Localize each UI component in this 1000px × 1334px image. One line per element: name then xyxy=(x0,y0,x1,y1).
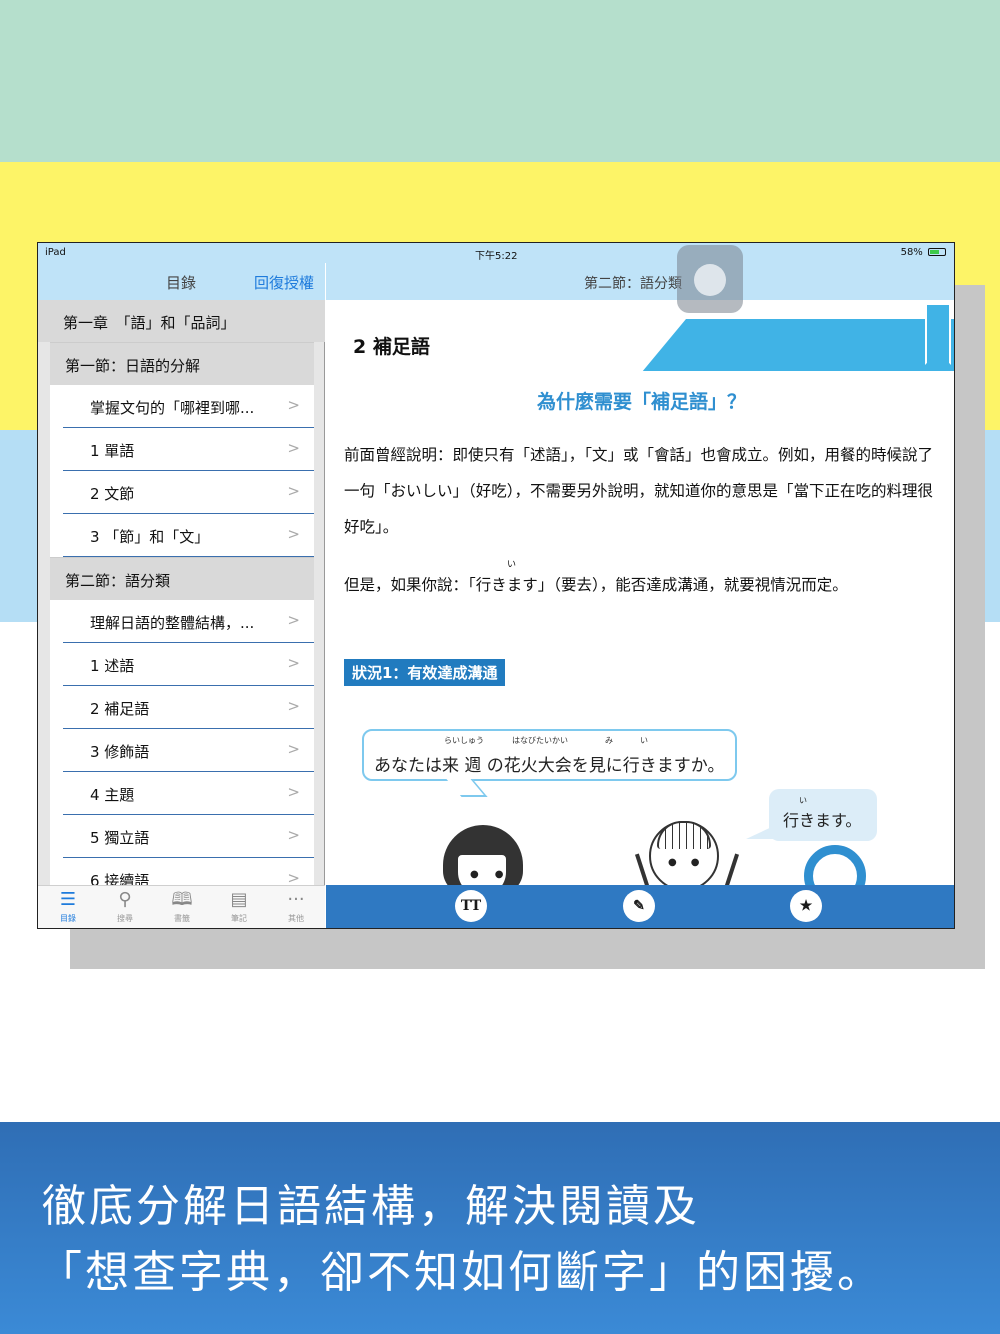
toc-nav-bar: 目錄 回復授權 xyxy=(38,263,325,300)
bubble-answer-text: 行きます。 xyxy=(783,811,862,830)
background-band-green xyxy=(0,0,1000,162)
toc-item-label: 1 述語 xyxy=(90,657,135,675)
toc-item[interactable]: 2 文節 > xyxy=(50,471,314,514)
toc-item[interactable]: 3 「節」和「文」 > xyxy=(50,514,314,557)
toc-item-label: 2 補足語 xyxy=(90,700,150,718)
toc-item[interactable]: 1 單語 > xyxy=(50,428,314,471)
tab-more[interactable]: ··· 其他 xyxy=(276,889,316,924)
reader-title: 第二節：語分類 xyxy=(584,276,682,292)
toc-list: 第一章 「語」和「品詞」 第一節：日語的分解 掌握文句的「哪裡到哪... > 1 … xyxy=(38,300,325,885)
section-title: 2 補足語 xyxy=(353,336,430,358)
toc-item-label: 6 接續語 xyxy=(90,872,150,885)
toc-item-label: 2 文節 xyxy=(90,485,135,503)
toc-item-label: 4 主題 xyxy=(90,786,135,804)
list-icon: ☰ xyxy=(59,889,77,910)
tab-bookmarks[interactable]: 🕮 書籤 xyxy=(162,889,202,924)
caption-line-1: 徹底分解日語結構，解決閱讀及 xyxy=(42,1181,700,1232)
toc-item[interactable]: 4 主題 > xyxy=(50,772,314,815)
tab-label: 書籤 xyxy=(174,914,190,923)
girl-eyes: ●● xyxy=(470,869,520,880)
chevron-right-icon: > xyxy=(287,482,300,500)
toc-pane: 目錄 回復授權 第一章 「語」和「品詞」 第一節：日語的分解 掌握文句的「哪裡到… xyxy=(38,263,325,928)
toc-item[interactable]: 2 補足語 > xyxy=(50,686,314,729)
furigana-i: い xyxy=(640,736,648,745)
toc-item-label: 掌握文句的「哪裡到哪... xyxy=(90,399,255,417)
chevron-right-icon: > xyxy=(287,611,300,629)
reader-nav-bar: 第二節：語分類 xyxy=(326,263,954,300)
search-icon: ⚲ xyxy=(118,889,132,910)
toc-item-label: 1 單語 xyxy=(90,442,135,460)
restore-license-button[interactable]: 回復授權 xyxy=(254,272,314,293)
font-size-button[interactable]: TT xyxy=(455,890,487,922)
speech-bubble-answer: い 行きます。 xyxy=(769,789,877,841)
chevron-right-icon: > xyxy=(287,697,300,715)
battery-percent: 58% xyxy=(900,247,923,258)
speech-bubble-tail xyxy=(446,779,488,797)
furigana-raishuu: らいしゅう xyxy=(444,736,484,745)
book-icon: 🕮 xyxy=(171,889,193,910)
tab-label: 目錄 xyxy=(60,914,76,923)
chevron-right-icon: > xyxy=(287,396,300,414)
chevron-right-icon: > xyxy=(287,439,300,457)
speech-bubble-question: らいしゅう はなびたいかい み い あなたは来 週 の花火大会を見に行きますか。 xyxy=(362,729,737,781)
furigana-mi: み xyxy=(605,736,613,745)
chevron-right-icon: > xyxy=(287,826,300,844)
toc-item[interactable]: 3 修飾語 > xyxy=(50,729,314,772)
chevron-right-icon: > xyxy=(287,869,300,885)
tab-bar: ☰ 目錄 ⚲ 搜尋 🕮 書籤 ▤ 筆記 ··· 其他 xyxy=(38,885,325,928)
toc-chapter-header[interactable]: 第一章 「語」和「品詞」 xyxy=(38,300,325,342)
toc-section-2[interactable]: 第二節：語分類 xyxy=(50,557,314,600)
more-icon: ··· xyxy=(287,889,305,910)
lesson-heading: 為什麼需要「補足語」？ xyxy=(536,391,746,413)
toc-item-label: 5 獨立語 xyxy=(90,829,150,847)
boy-eyes: ●● xyxy=(668,857,714,868)
reader-pane: 第二節：語分類 2 補足語 為什麼需要「補足語」？ 前面曾經說明：即使只有「述語… xyxy=(326,245,954,928)
tab-search[interactable]: ⚲ 搜尋 xyxy=(105,889,145,924)
reader-toolbar: TT ✎ ★ xyxy=(326,885,954,928)
toc-item-label: 3 修飾語 xyxy=(90,743,150,761)
chevron-right-icon: > xyxy=(287,525,300,543)
toc-item[interactable]: 5 獨立語 > xyxy=(50,815,314,858)
toc-item[interactable]: 1 述語 > xyxy=(50,643,314,686)
chevron-right-icon: > xyxy=(287,740,300,758)
case-label: 狀況1：有效達成溝通 xyxy=(344,659,506,686)
toc-item-label: 理解日語的整體結構，... xyxy=(90,614,255,632)
furigana-i: い xyxy=(799,796,807,805)
notes-icon: ▤ xyxy=(230,889,248,910)
toc-entries: 第一節：日語的分解 掌握文句的「哪裡到哪... > 1 單語 > 2 文節 > 3 「… xyxy=(50,342,314,885)
chevron-right-icon: > xyxy=(287,783,300,801)
furigana-hanabitaikai: はなびたいかい xyxy=(512,736,568,745)
tab-toc[interactable]: ☰ 目錄 xyxy=(48,889,88,924)
tab-label: 其他 xyxy=(288,914,304,923)
toc-item-label: 3 「節」和「文」 xyxy=(90,528,210,546)
lesson-paragraph-1: 前面曾經說明：即使只有「述語」，「文」或「會話」也會成立。例如，用餐的時候說了一… xyxy=(344,446,934,536)
pen-button[interactable]: ✎ xyxy=(623,890,655,922)
lesson-paragraph-2: 但是，如果你說：「行きます」（要去），能否達成溝通，就要視情況而定。 xyxy=(344,576,848,594)
assistive-touch-button[interactable] xyxy=(677,245,743,313)
bookmark-add-button[interactable]: ★ xyxy=(790,890,822,922)
toc-item[interactable]: 6 接續語 > xyxy=(50,858,314,885)
tab-notes[interactable]: ▤ 筆記 xyxy=(219,889,259,924)
toc-item[interactable]: 掌握文句的「哪裡到哪... > xyxy=(50,385,314,428)
caption-band: 徹底分解日語結構，解決閱讀及 「想查字典，卻不知如何斷字」的困擾。 xyxy=(0,1122,1000,1334)
tab-label: 搜尋 xyxy=(117,914,133,923)
toc-title: 目錄 xyxy=(166,274,197,292)
battery-status: 58% xyxy=(901,247,946,258)
battery-icon xyxy=(928,248,946,256)
device-label: iPad xyxy=(45,247,66,258)
ipad-screen: iPad 下午5:22 58% 目錄 回復授權 第一章 「語」和「品詞」 第一節… xyxy=(37,242,955,929)
tab-label: 筆記 xyxy=(231,914,247,923)
section-banner: 2 補足語 xyxy=(326,319,954,371)
toc-item[interactable]: 理解日語的整體結構，... > xyxy=(50,600,314,643)
toc-section-1[interactable]: 第一節：日語的分解 xyxy=(50,342,314,385)
status-bar: iPad 下午5:22 58% xyxy=(38,243,954,263)
bubble-question-text: あなたは来 週 の花火大会を見に行きますか。 xyxy=(374,756,725,776)
status-time: 下午5:22 xyxy=(475,251,518,262)
caption-line-2: 「想查字典，卻不知如何斷字」的困擾。 xyxy=(38,1247,884,1298)
chevron-right-icon: > xyxy=(287,654,300,672)
